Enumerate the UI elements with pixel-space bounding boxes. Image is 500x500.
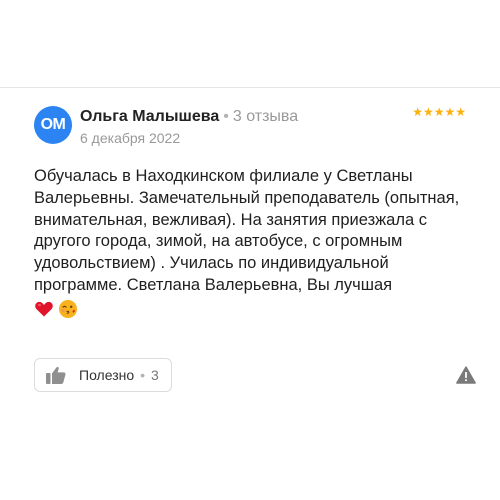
review-card: OM Ольга Малышева • 3 отзыва 6 декабря 202… [34,104,474,319]
emoji-row [34,299,464,319]
author-name[interactable]: Ольга Малышева [80,108,219,125]
helpful-button[interactable]: Полезно • 3 [34,358,172,392]
avatar[interactable]: OM [34,106,72,144]
helpful-separator: • [140,367,146,383]
author-line: Ольга Малышева • 3 отзыва [80,107,298,127]
review-actions: Полезно • 3 [34,358,476,392]
separator-dot: • [223,108,229,125]
heart-icon [35,301,53,317]
top-divider [0,87,500,88]
helpful-count: 3 [151,367,159,383]
helpful-label: Полезно [79,367,135,383]
review-date: 6 декабря 2022 [80,130,181,146]
reviews-count: 3 отзыва [232,108,299,125]
review-text: Обучалась в Находкинском филиале у Светл… [34,166,464,319]
review-body: Обучалась в Находкинском филиале у Светл… [34,167,460,294]
rating-stars: ★★★★★ [412,105,466,119]
wink-kiss-icon [59,299,77,318]
thumbs-up-icon [46,366,66,384]
report-warning-icon[interactable] [456,366,476,384]
review-header: OM Ольга Малышева • 3 отзыва 6 декабря 202… [34,104,474,148]
